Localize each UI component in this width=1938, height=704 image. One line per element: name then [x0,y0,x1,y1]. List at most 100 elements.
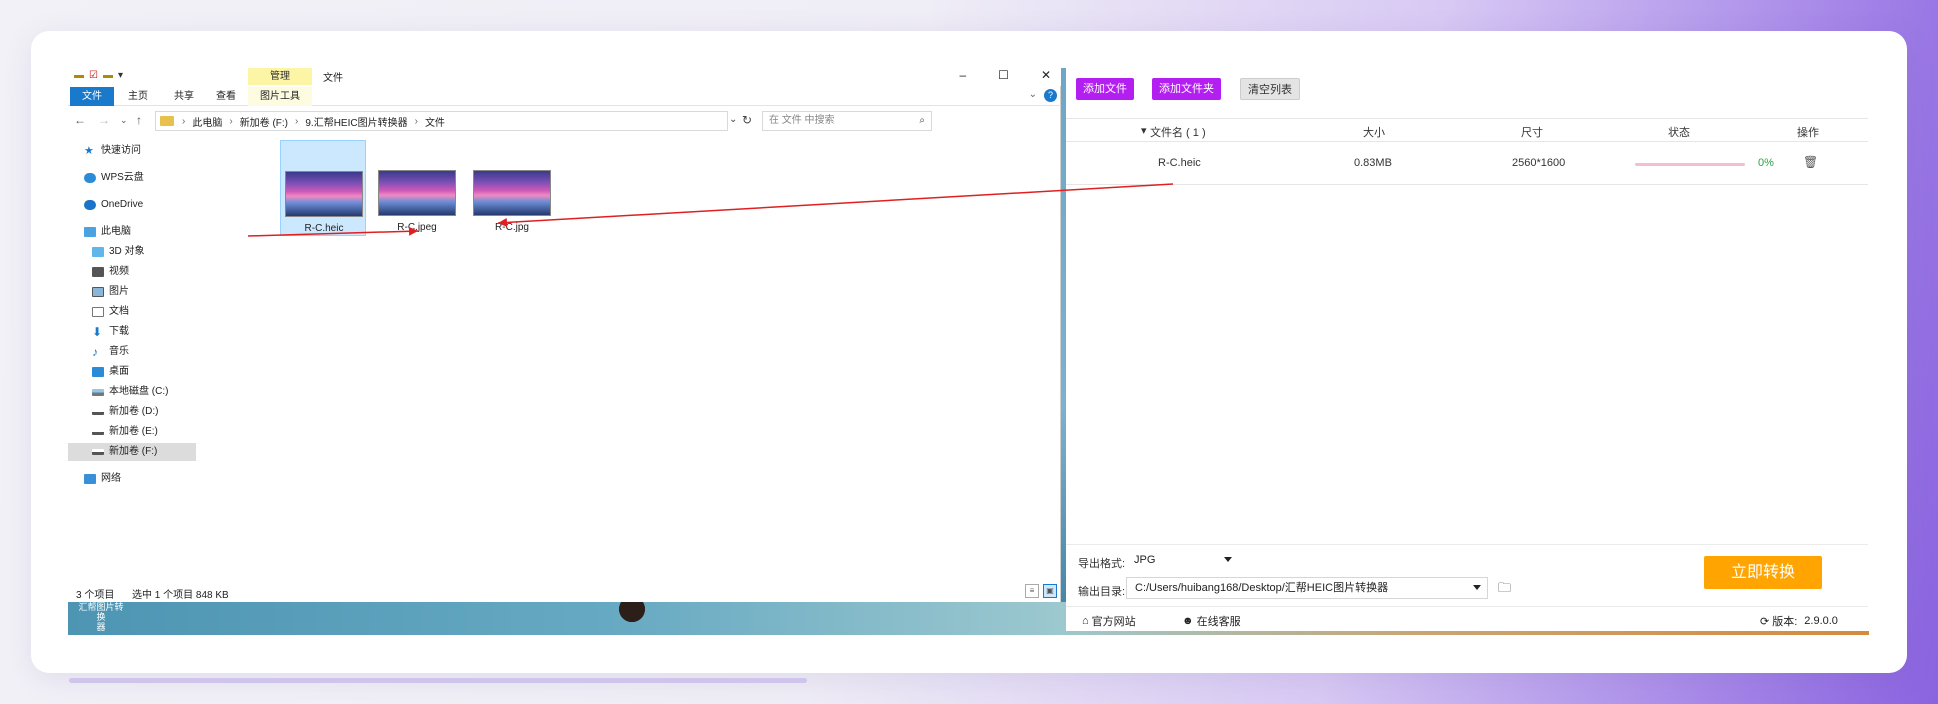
nav-item-music[interactable]: ♪ 音乐 [92,343,129,361]
nav-label: 桌面 [109,366,129,377]
nav-label: 音乐 [109,346,129,357]
image-thumbnail [473,170,551,216]
download-icon: ⬇ [92,325,103,339]
customize-chevron-icon[interactable]: ▾ [118,70,123,81]
nav-label: 下载 [109,326,129,337]
nav-label: 图片 [109,286,129,297]
add-file-button[interactable]: 添加文件 [1076,78,1134,100]
browse-folder-icon[interactable]: 🗀 [1498,579,1511,601]
help-icon[interactable]: ? [1044,89,1057,102]
column-filename[interactable]: 文件名 ( 1 ) [1150,124,1206,140]
version-info[interactable]: ⟳ 版本: 2.9.0.0 [1760,613,1838,629]
official-website-link[interactable]: ⌂ 官方网站 [1082,613,1136,629]
file-item-heic[interactable]: R-C.heic [280,140,366,236]
card-scrollbar [69,678,807,683]
export-format-select[interactable]: JPG [1126,550,1238,572]
nav-item-drive-c[interactable]: 本地磁盘 (C:) [92,383,168,401]
breadcrumb-item[interactable]: 新加卷 (F:) [240,114,288,129]
nav-item-downloads[interactable]: ⬇ 下载 [92,323,129,341]
drive-icon [92,409,104,415]
file-item-jpeg[interactable]: R-C.jpeg [374,140,460,236]
breadcrumb-separator-icon: › [182,115,186,127]
search-input[interactable]: 在 文件 中搜索 ⌕ [762,111,932,131]
online-support-link[interactable]: ☻ 在线客服 [1182,613,1241,629]
address-dropdown-icon[interactable]: ⌄ [729,114,737,125]
tab-share[interactable]: 共享 [162,87,206,106]
tab-file[interactable]: 文件 [70,87,114,106]
navigation-pane: ★ 快速访问 WPS云盘 OneDrive 此电脑 3D 对象 视频 图片 文档… [68,142,198,522]
nav-item-drive-e[interactable]: 新加卷 (E:) [92,423,158,441]
file-item-jpg[interactable]: R-C.jpg [469,140,555,236]
support-icon: ☻ [1182,615,1194,627]
up-arrow-icon[interactable]: ↑ [136,113,142,127]
nav-item-drive-d[interactable]: 新加卷 (D:) [92,403,158,421]
breadcrumb-item[interactable]: 9.汇帮HEIC图片转换器 [305,114,407,129]
item-count: 3 个项目 [76,590,115,601]
drive-icon [92,388,104,396]
row-size: 0.83MB [1354,157,1392,169]
tab-picture-tools[interactable]: 图片工具 [248,87,312,106]
output-dir-select[interactable]: C:/Users/huibang168/Desktop/汇帮HEIC图片转换器 [1126,577,1488,599]
file-name: R-C.heic [304,223,344,234]
nav-item-desktop[interactable]: 桌面 [92,363,129,381]
clear-list-button[interactable]: 清空列表 [1240,78,1300,100]
new-folder-icon[interactable]: ▬ [103,70,113,81]
nav-item-quick-access[interactable]: ★ 快速访问 [84,142,141,160]
breadcrumb-separator-icon: › [295,115,299,127]
converter-toolbar: 添加文件 添加文件夹 清空列表 [1066,78,1866,108]
window-controls: – ☐ ✕ [959,68,1051,82]
breadcrumb-item[interactable]: 文件 [425,114,445,129]
star-icon: ★ [84,145,94,157]
nav-item-videos[interactable]: 视频 [92,263,129,281]
recent-chevron-icon[interactable]: ⌄ [120,115,128,126]
nav-item-pictures[interactable]: 图片 [92,283,129,301]
convert-now-button[interactable]: 立即转换 [1704,556,1822,589]
heic-converter-window: 添加文件 添加文件夹 清空列表 ▾ 文件名 ( 1 ) 大小 尺寸 状态 操作 … [1066,68,1869,631]
maximize-icon[interactable]: ☐ [998,68,1009,82]
sort-caret-icon[interactable]: ▾ [1141,124,1147,137]
conversion-settings: 导出格式: JPG 输出目录: C:/Users/huibang168/Desk… [1066,544,1868,606]
address-bar[interactable]: › 此电脑 › 新加卷 (F:) › 9.汇帮HEIC图片转换器 › 文件 [155,111,728,131]
converter-footer: ⌂ 官方网站 ☻ 在线客服 ⟳ 版本: 2.9.0.0 [1066,606,1868,631]
column-dimensions: 尺寸 [1521,127,1543,139]
file-content-area: R-C.heic R-C.jpeg R-C.jpg [200,140,1060,520]
large-icons-view-icon[interactable]: ▣ [1043,584,1057,598]
tab-home[interactable]: 主页 [116,87,160,106]
nav-item-onedrive[interactable]: OneDrive [84,196,143,214]
folder-icon [160,116,174,126]
refresh-icon[interactable]: ↻ [742,113,752,127]
close-icon[interactable]: ✕ [1041,68,1051,82]
version-label: 版本: [1772,616,1798,628]
back-arrow-icon[interactable]: ← [74,113,86,127]
checkbox-icon[interactable]: ☑ [89,70,98,81]
desktop-shortcut-label: 汇帮图片转换 [78,602,124,622]
music-icon: ♪ [92,345,98,359]
output-dir-label: 输出目录: [1078,586,1126,598]
nav-item-wps-cloud[interactable]: WPS云盘 [84,169,144,187]
table-row[interactable]: R-C.heic 0.83MB 2560*1600 0% 🗑 [1066,143,1868,185]
minimize-icon[interactable]: – [959,68,966,82]
computer-icon [84,227,96,237]
expand-ribbon-icon[interactable]: ⌄ [1029,89,1037,100]
nav-item-this-pc[interactable]: 此电脑 [84,223,131,241]
nav-label: 3D 对象 [109,246,145,257]
breadcrumb-item[interactable]: 此电脑 [192,114,222,129]
nav-item-3d-objects[interactable]: 3D 对象 [92,243,145,261]
details-view-icon[interactable]: ≡ [1025,584,1039,598]
forward-arrow-icon[interactable]: → [98,113,110,127]
nav-item-network[interactable]: 网络 [84,470,121,488]
manage-tab[interactable]: 管理 [248,68,312,85]
nav-item-drive-f[interactable]: 新加卷 (F:) [68,443,196,461]
cube-icon [92,247,104,257]
add-folder-button[interactable]: 添加文件夹 [1152,78,1221,100]
column-action: 操作 [1797,127,1819,139]
tab-view[interactable]: 查看 [204,87,248,106]
delete-icon[interactable]: 🗑 [1803,155,1818,169]
website-label: 官方网站 [1091,616,1136,628]
folder-icon[interactable]: ▬ [74,70,84,81]
breadcrumb-separator-icon: › [229,115,233,127]
nav-item-documents[interactable]: 文档 [92,303,129,321]
desktop-shortcut[interactable]: 汇帮图片转换 器 [76,602,126,632]
file-table-header: ▾ 文件名 ( 1 ) 大小 尺寸 状态 操作 [1066,118,1868,142]
image-thumbnail [285,171,363,217]
